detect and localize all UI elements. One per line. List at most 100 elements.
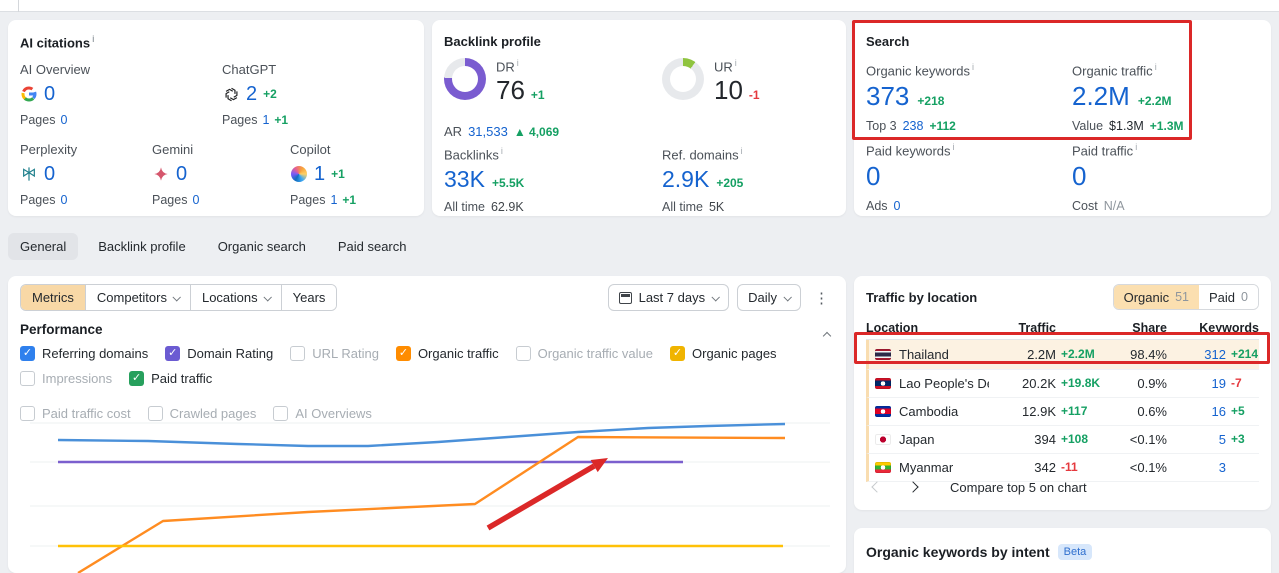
tab-organic-search[interactable]: Organic search <box>206 233 318 260</box>
keywords-value[interactable]: 5 <box>1219 432 1226 447</box>
location-row-thailand[interactable]: Thailand 2.2M +2.2M 98.4% 312 +214 <box>866 340 1259 370</box>
location-row-cambodia[interactable]: Cambodia 12.9K +117 0.6% 16 +5 <box>866 398 1259 426</box>
years-segment[interactable]: Years <box>281 285 337 310</box>
checkbox-paid-traffic[interactable]: Paid traffic <box>129 371 212 386</box>
ai-citation-value[interactable]: 0 <box>44 163 55 186</box>
pages-value[interactable]: 0 <box>192 193 199 207</box>
stat-value[interactable]: 33K <box>444 166 485 193</box>
location-row-japan[interactable]: Japan 394 +108 <0.1% 5 +3 <box>866 426 1259 454</box>
date-range-button[interactable]: Last 7 days <box>607 284 730 311</box>
ai-citation-value[interactable]: 2 <box>246 83 257 106</box>
search-stat-item: Organic traffic i 2.2M +2.2M Value $1.3M +1.3M <box>1072 62 1184 134</box>
info-icon[interactable]: i <box>1135 142 1137 152</box>
checkbox-impressions[interactable]: Impressions <box>20 371 112 386</box>
info-icon[interactable]: i <box>1155 62 1157 72</box>
japan-flag-icon <box>875 434 891 445</box>
granularity-button[interactable]: Daily <box>737 284 801 311</box>
locations-segment[interactable]: Locations <box>190 285 282 310</box>
checkbox-referring-domains[interactable]: Referring domains <box>20 346 148 361</box>
chevron-down-icon <box>711 292 721 302</box>
keywords-delta: -7 <box>1231 376 1242 390</box>
sub-value[interactable]: 238 <box>903 119 924 133</box>
backlinks-stat: Backlinks i 33K +5.5K All time 62.9K <box>444 146 525 215</box>
pages-label: Pages <box>290 193 326 207</box>
pages-label: Pages <box>20 193 56 207</box>
gemini-icon <box>152 165 170 183</box>
tab-backlink-profile[interactable]: Backlink profile <box>86 233 197 260</box>
domain-rating-block: DR i 76 +1 <box>444 58 545 106</box>
col-share: Share <box>1132 320 1167 335</box>
collapse-section-button[interactable] <box>822 326 832 344</box>
ai-citation-delta: +1 <box>331 167 345 181</box>
info-icon[interactable]: i <box>517 58 519 68</box>
info-icon[interactable]: i <box>501 146 503 156</box>
info-icon[interactable]: i <box>953 142 955 152</box>
all-time-value: 5K <box>708 200 725 215</box>
tab-paid-search[interactable]: Paid search <box>326 233 419 260</box>
all-time-label: All time <box>662 200 703 215</box>
stat-delta: +205 <box>716 176 744 191</box>
stat-value[interactable]: 2.9K <box>662 166 709 193</box>
info-icon[interactable]: i <box>972 62 974 72</box>
sub-label: Cost <box>1072 199 1098 214</box>
ur-value: 10 <box>714 75 743 106</box>
keywords-value[interactable]: 312 <box>1204 347 1226 362</box>
sub-value[interactable]: 0 <box>894 199 901 213</box>
ai-citation-value[interactable]: 0 <box>176 163 187 186</box>
stat-value[interactable]: 373 <box>866 81 909 112</box>
ar-value[interactable]: 31,533 <box>468 124 508 139</box>
cambodia-flag-icon <box>875 406 891 417</box>
checkbox-domain-rating[interactable]: Domain Rating <box>165 346 273 361</box>
url-rating-block: UR i 10 -1 <box>662 58 760 106</box>
pages-value[interactable]: 0 <box>60 193 67 207</box>
checkbox-label: Domain Rating <box>187 346 274 361</box>
chevron-left-icon <box>871 481 883 493</box>
ai-citation-item: Perplexity 0 Pages 0 <box>20 142 77 207</box>
pages-value[interactable]: 1 <box>330 193 337 207</box>
date-controls: Last 7 days Daily ⋮ <box>607 284 834 311</box>
competitors-segment[interactable]: Competitors <box>85 285 191 310</box>
ai-citation-item: ChatGPT 2 +2 Pages 1 +1 <box>222 62 288 127</box>
ai-citation-label: ChatGPT <box>222 62 277 77</box>
location-name: Japan <box>899 432 935 447</box>
location-name: Lao People's Democratic Reput <box>899 376 989 391</box>
paid-toggle[interactable]: Paid 0 <box>1199 285 1258 309</box>
keywords-value[interactable]: 16 <box>1212 404 1226 419</box>
pages-value[interactable]: 0 <box>60 113 67 127</box>
stat-value[interactable]: 0 <box>866 161 880 192</box>
organic-toggle[interactable]: Organic 51 <box>1113 285 1200 309</box>
tab-general[interactable]: General <box>8 232 79 260</box>
pages-value[interactable]: 1 <box>262 113 269 127</box>
stat-value[interactable]: 2.2M <box>1072 81 1130 112</box>
header-divider <box>18 0 19 12</box>
next-page-button[interactable] <box>902 476 924 498</box>
keywords-value[interactable]: 19 <box>1212 376 1226 391</box>
ai-citation-value[interactable]: 1 <box>314 163 325 186</box>
metrics-segment[interactable]: Metrics <box>21 285 86 310</box>
pages-delta: +1 <box>342 193 357 207</box>
info-icon[interactable]: i <box>92 34 95 44</box>
share-value: 0.9% <box>1137 376 1167 391</box>
more-options-button[interactable]: ⋮ <box>809 289 834 307</box>
location-name: Cambodia <box>899 404 959 419</box>
location-row-laos[interactable]: Lao People's Democratic Reput 20.2K +19.8K… <box>866 370 1259 398</box>
checkbox-url-rating[interactable]: URL Rating <box>290 346 379 361</box>
checkbox-organic-traffic-value[interactable]: Organic traffic value <box>515 346 653 361</box>
info-icon[interactable]: i <box>741 146 743 156</box>
all-time-value: 62.9K <box>490 200 524 215</box>
traffic-delta: +2.2M <box>1061 347 1095 361</box>
compare-top5-link[interactable]: Compare top 5 on chart <box>950 480 1087 495</box>
checkbox-organic-traffic[interactable]: Organic traffic <box>395 346 499 361</box>
sub-value: $1.3M <box>1109 119 1144 134</box>
info-icon[interactable]: i <box>735 58 737 68</box>
checkbox-organic-pages[interactable]: Organic pages <box>670 346 777 361</box>
prev-page-button[interactable] <box>866 476 888 498</box>
ai-citations-title: AI citations i <box>20 34 95 51</box>
traffic-value: 20.2K <box>1022 376 1056 391</box>
checkbox-icon <box>20 346 35 361</box>
backlink-profile-card: Backlink profile DR i 76 +1 UR i 10 -1 AR 31… <box>432 20 846 216</box>
keywords-delta: +5 <box>1231 404 1245 418</box>
ai-citation-value[interactable]: 0 <box>44 83 55 106</box>
stat-value[interactable]: 0 <box>1072 161 1086 192</box>
search-title: Search <box>866 34 910 49</box>
